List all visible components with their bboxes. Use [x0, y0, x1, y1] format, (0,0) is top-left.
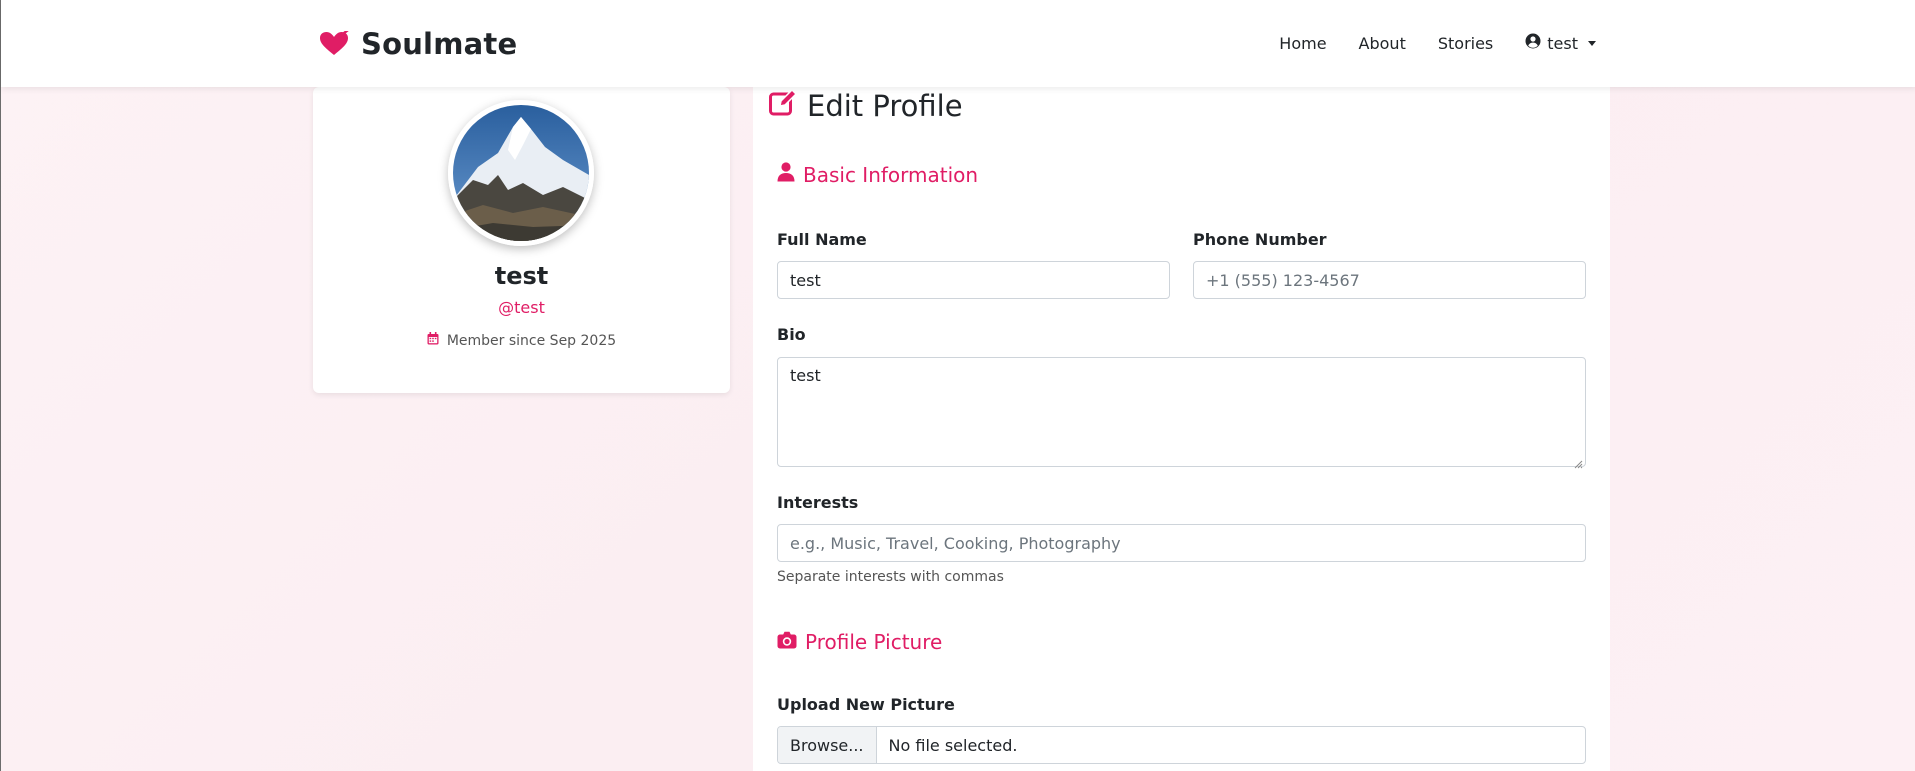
file-upload-input[interactable]: Browse... No file selected.	[777, 726, 1586, 764]
user-circle-icon	[1525, 33, 1541, 53]
file-status-text: No file selected.	[888, 735, 1018, 755]
bio-textarea[interactable]: test	[777, 357, 1586, 469]
profile-card: test @test Member since Sep 2025	[313, 87, 730, 393]
nav-links: Home About Stories test	[1279, 30, 1596, 56]
chevron-down-icon	[1588, 40, 1596, 46]
bio-label: Bio	[777, 325, 806, 344]
edit-icon	[769, 88, 798, 124]
nav-stories-link[interactable]: Stories	[1438, 34, 1493, 53]
member-since-text: Member since Sep 2025	[446, 332, 617, 349]
page-title-text: Edit Profile	[807, 89, 963, 123]
interests-help-text: Separate interests with commas	[777, 569, 1004, 585]
resize-grip-icon[interactable]	[1573, 454, 1583, 469]
user-menu-dropdown[interactable]: test	[1525, 33, 1596, 53]
nav-about-link[interactable]: About	[1359, 34, 1406, 53]
nav-home-link[interactable]: Home	[1279, 34, 1326, 53]
full-name-label: Full Name	[777, 230, 867, 249]
calendar-icon	[427, 332, 439, 349]
user-icon	[777, 162, 795, 187]
brand-name: Soulmate	[361, 27, 518, 61]
upload-label: Upload New Picture	[777, 695, 955, 714]
phone-label: Phone Number	[1193, 230, 1327, 249]
user-menu-label: test	[1547, 33, 1578, 53]
interests-label: Interests	[777, 493, 859, 512]
member-since: Member since Sep 2025	[313, 332, 730, 349]
interests-input[interactable]: e.g., Music, Travel, Cooking, Photograph…	[777, 524, 1586, 562]
phone-input[interactable]: +1 (555) 123-4567	[1193, 261, 1586, 299]
bio-text: test	[790, 366, 821, 385]
heart-arrow-icon	[319, 31, 349, 57]
full-name-input[interactable]: test	[777, 261, 1170, 299]
edit-profile-panel: Edit Profile Basic Information Full Name…	[753, 87, 1610, 771]
page-title: Edit Profile	[769, 87, 963, 125]
profile-picture-heading: Profile Picture	[777, 630, 942, 654]
browse-button[interactable]: Browse...	[778, 727, 877, 763]
profile-handle: @test	[498, 298, 545, 317]
navbar: Soulmate Home About Stories test	[1, 0, 1915, 87]
profile-picture-heading-text: Profile Picture	[805, 630, 943, 654]
avatar	[448, 100, 594, 246]
basic-info-heading-text: Basic Information	[803, 162, 979, 187]
brand[interactable]: Soulmate	[319, 22, 517, 66]
camera-icon	[777, 630, 797, 654]
basic-info-heading: Basic Information	[777, 162, 978, 187]
profile-name: test	[494, 262, 549, 290]
